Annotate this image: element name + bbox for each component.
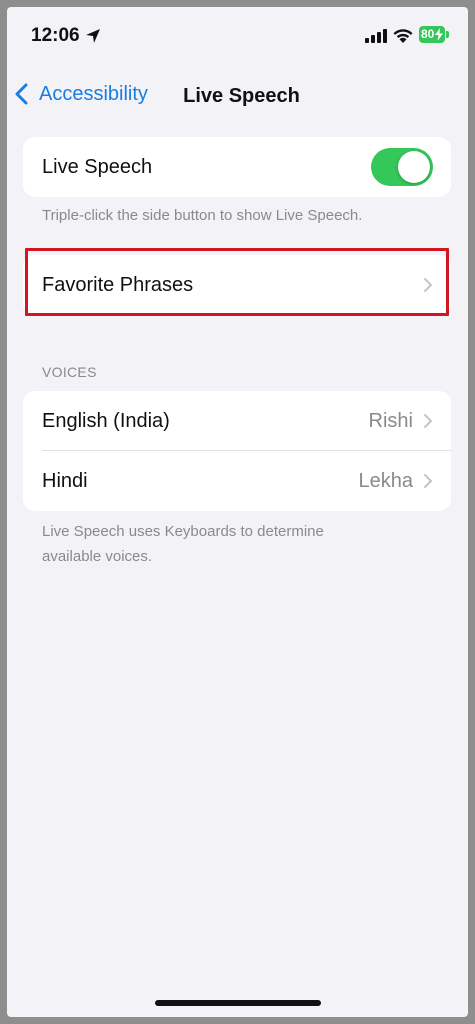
battery-level: 80 [421, 27, 435, 41]
live-speech-footer: Triple-click the side button to show Liv… [42, 207, 363, 224]
voice-language-label: Hindi [42, 469, 88, 492]
status-time: 12:06 [31, 25, 80, 46]
favorite-phrases-group: Favorite Phrases [23, 255, 451, 315]
voice-language-label: English (India) [42, 409, 170, 432]
status-bar: 12:06 80 [7, 7, 468, 69]
phone-screen: 12:06 80 Accessibility Live Speech Live … [7, 7, 468, 1017]
home-indicator[interactable] [155, 1000, 321, 1006]
wifi-icon [393, 29, 413, 43]
toggle-knob [398, 151, 430, 183]
live-speech-toggle[interactable] [371, 148, 433, 186]
cellular-signal-icon [365, 29, 387, 43]
chevron-right-icon [424, 414, 432, 428]
charging-bolt-icon [435, 28, 443, 41]
voices-section-header: VOICES [42, 364, 97, 380]
voices-group: English (India) Rishi Hindi Lekha [23, 391, 451, 511]
voices-footer: Live Speech uses Keyboards to determine … [42, 523, 324, 565]
chevron-right-icon [424, 474, 432, 488]
navigation-bar: Accessibility Live Speech [7, 69, 468, 117]
location-arrow-icon [86, 29, 100, 43]
battery-cap [446, 31, 449, 38]
favorite-phrases-label: Favorite Phrases [42, 273, 194, 296]
voice-row-english-india[interactable]: English (India) Rishi [23, 391, 451, 451]
live-speech-group: Live Speech [23, 137, 451, 197]
voice-name-value: Rishi [368, 409, 413, 432]
chevron-right-icon [424, 278, 432, 292]
voice-name-value: Lekha [358, 469, 414, 492]
battery-indicator: 80 [419, 26, 445, 43]
page-title: Live Speech [183, 85, 300, 107]
live-speech-row: Live Speech [23, 137, 451, 197]
live-speech-label: Live Speech [42, 155, 153, 178]
voice-row-hindi[interactable]: Hindi Lekha [23, 451, 451, 511]
favorite-phrases-row[interactable]: Favorite Phrases [23, 255, 451, 315]
